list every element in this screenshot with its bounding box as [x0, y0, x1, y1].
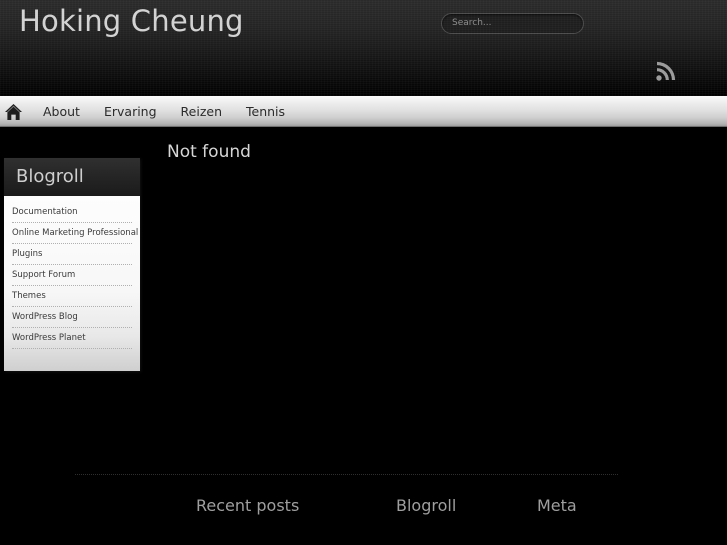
site-title: Hoking Cheung — [19, 4, 244, 38]
nav-item-about[interactable]: About — [31, 96, 92, 127]
list-item[interactable]: WordPress Planet — [12, 328, 132, 349]
rss-feed-link[interactable] — [654, 61, 676, 83]
list-item[interactable]: WordPress Blog — [12, 307, 132, 328]
nav-item-tennis[interactable]: Tennis — [234, 96, 297, 127]
list-item[interactable]: Documentation — [12, 202, 132, 223]
blogroll-link-wordpress-blog[interactable]: WordPress Blog — [12, 307, 132, 327]
nav-item-reizen[interactable]: Reizen — [169, 96, 234, 127]
rss-feed-icon — [656, 61, 676, 81]
sidebar: Blogroll Documentation Online Marketing … — [4, 158, 140, 371]
site-footer: Recent posts Blogroll Meta — [0, 495, 727, 545]
nav-home-link[interactable] — [0, 96, 31, 127]
blogroll-link-support-forum[interactable]: Support Forum — [12, 265, 132, 285]
footer-column-meta: Meta — [537, 495, 577, 517]
page-title: Not found — [167, 142, 251, 162]
list-item[interactable]: Plugins — [12, 244, 132, 265]
nav-link-tennis[interactable]: Tennis — [234, 96, 297, 127]
widget-body: Documentation Online Marketing Professio… — [4, 196, 140, 371]
site-header: Hoking Cheung — [0, 0, 727, 96]
search-input[interactable] — [441, 12, 584, 34]
search-form — [441, 10, 584, 34]
blogroll-link-themes[interactable]: Themes — [12, 286, 132, 306]
footer-divider — [75, 474, 618, 475]
content-area: Not found Blogroll Documentation Online … — [0, 127, 727, 545]
footer-title: Blogroll — [396, 496, 457, 515]
nav-link-ervaring[interactable]: Ervaring — [92, 96, 169, 127]
blogroll-link-wordpress-planet[interactable]: WordPress Planet — [12, 328, 132, 348]
home-icon — [5, 103, 22, 120]
footer-title: Recent posts — [196, 496, 300, 515]
blogroll-link-online-marketing-professional[interactable]: Online Marketing Professional — [12, 223, 138, 243]
nav-link-about[interactable]: About — [31, 96, 92, 127]
list-item[interactable]: Support Forum — [12, 265, 132, 286]
list-item[interactable]: Themes — [12, 286, 132, 307]
footer-column-blogroll: Blogroll — [396, 495, 456, 517]
main-navigation: About Ervaring Reizen Tennis — [0, 96, 727, 127]
blogroll-link-documentation[interactable]: Documentation — [12, 202, 132, 222]
nav-link-reizen[interactable]: Reizen — [169, 96, 234, 127]
nav-list: About Ervaring Reizen Tennis — [0, 96, 727, 127]
nav-item-ervaring[interactable]: Ervaring — [92, 96, 169, 127]
footer-column-recent-posts: Recent posts — [196, 495, 299, 517]
widget-title: Blogroll — [4, 158, 140, 196]
footer-title: Meta — [537, 496, 577, 515]
nav-item-home[interactable] — [0, 96, 31, 127]
blogroll-list: Documentation Online Marketing Professio… — [12, 202, 138, 349]
list-item[interactable]: Online Marketing Professional — [12, 223, 138, 244]
widget-blogroll: Blogroll Documentation Online Marketing … — [4, 158, 140, 371]
blogroll-link-plugins[interactable]: Plugins — [12, 244, 132, 264]
